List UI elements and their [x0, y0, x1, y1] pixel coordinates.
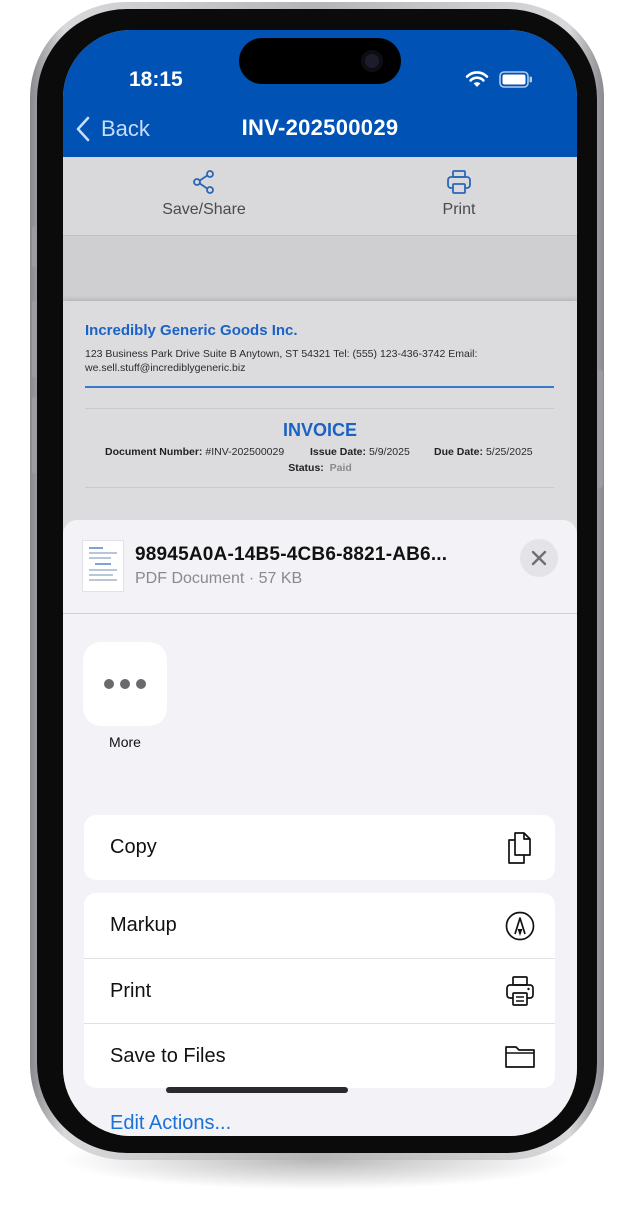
wifi-icon: [465, 71, 489, 87]
print-action-label: Print: [110, 979, 152, 1002]
divider: [85, 408, 554, 409]
company-name: Incredibly Generic Goods Inc.: [85, 322, 298, 339]
invoice-heading: INVOICE: [282, 420, 357, 440]
markup-icon: [505, 911, 535, 940]
save-to-files-label: Save to Files: [110, 1044, 226, 1067]
toolbar: Save/Share Print: [63, 157, 577, 236]
print-label: Print: [442, 201, 476, 218]
home-indicator: [166, 1087, 348, 1093]
issue-date-label: Issue Date:: [310, 446, 367, 458]
edit-actions-link[interactable]: Edit Actions...: [110, 1112, 231, 1135]
save-share-label: Save/Share: [162, 201, 246, 218]
markup-action[interactable]: Markup: [84, 893, 555, 958]
file-name: 98945A0A-14B5-4CB6-8821-AB6...: [135, 544, 448, 565]
page-title: INV-202500029: [241, 115, 399, 140]
preview-background: [63, 236, 577, 301]
close-button[interactable]: [520, 539, 558, 577]
markup-label: Markup: [110, 914, 177, 936]
battery-icon: [499, 71, 532, 88]
printer-icon: [506, 976, 534, 1006]
screen: 18:15 Back INV-202500029 Save/Share Prin…: [63, 30, 577, 1136]
document-number-value: #INV-202500029: [205, 446, 285, 458]
copy-action[interactable]: Copy: [84, 815, 555, 880]
due-date-value: 5/25/2025: [485, 446, 533, 458]
print-action[interactable]: Print: [84, 958, 555, 1023]
power-button: [597, 370, 603, 488]
more-apps-button[interactable]: More: [83, 642, 167, 750]
share-sheet: 98945A0A-14B5-4CB6-8821-AB6... PDF Docum…: [63, 520, 577, 1136]
app-header: 18:15 Back INV-202500029: [63, 30, 577, 157]
status-time: 18:15: [129, 68, 183, 91]
status-badge: Paid: [329, 462, 352, 474]
save-share-button[interactable]: Save/Share: [124, 169, 284, 219]
issue-date: Issue Date: 5/9/2025: [310, 446, 410, 458]
action-group-document: Markup Print Save to Files: [84, 893, 555, 1088]
share-sheet-header: 98945A0A-14B5-4CB6-8821-AB6... PDF Docum…: [63, 520, 577, 614]
close-icon: [531, 550, 547, 566]
camera-icon: [361, 50, 383, 72]
folder-icon: [505, 1046, 535, 1068]
share-icon: [193, 170, 214, 194]
file-meta: PDF Document · 57 KB: [135, 570, 303, 587]
header-divider: [85, 386, 554, 388]
divider: [85, 487, 554, 488]
dynamic-island: [239, 38, 401, 84]
save-to-files-action[interactable]: Save to Files: [84, 1023, 555, 1088]
issue-date-value: 5/9/2025: [368, 446, 410, 458]
more-label: More: [109, 734, 141, 750]
company-address: 123 Business Park Drive Suite B Anytown,…: [85, 348, 478, 374]
document-number: Document Number: #INV-202500029: [105, 446, 284, 458]
due-date: Due Date: 5/25/2025: [434, 446, 533, 458]
action-group-copy: Copy: [84, 815, 555, 880]
copy-icon: [508, 831, 531, 864]
invoice-status: Status: Paid: [63, 462, 577, 474]
file-thumbnail: [82, 540, 124, 592]
print-button[interactable]: Print: [379, 169, 539, 219]
status-label: Status:: [288, 462, 324, 474]
due-date-label: Due Date:: [434, 446, 484, 458]
more-icon: [83, 642, 167, 726]
copy-label: Copy: [110, 836, 157, 858]
printer-icon: [447, 170, 471, 194]
document-number-label: Document Number:: [105, 446, 203, 458]
